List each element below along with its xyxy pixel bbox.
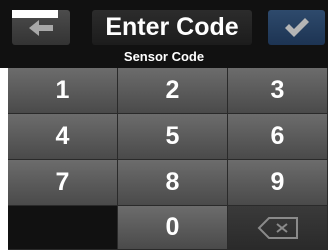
key-7[interactable]: 7 [8,160,118,206]
key-1[interactable]: 1 [8,68,118,114]
page-title: Enter Code [105,13,239,41]
page-title-box: Enter Code [92,10,252,45]
key-3[interactable]: 3 [228,68,328,114]
numeric-keypad: 1 2 3 4 5 6 7 8 9 0 [8,68,328,250]
arrow-left-icon [29,19,53,36]
header-bar: Enter Code Sensor Code [0,0,328,68]
checkmark-icon [284,17,309,37]
delete-key[interactable] [228,206,328,250]
backspace-icon [257,216,298,239]
back-button[interactable] [12,10,70,45]
subtitle: Sensor Code [123,49,205,64]
key-2[interactable]: 2 [118,68,228,114]
key-9[interactable]: 9 [228,160,328,206]
key-4[interactable]: 4 [8,114,118,160]
key-empty [8,206,118,250]
code-entry-screen: Enter Code Sensor Code 1 2 3 4 5 6 7 8 9… [0,0,328,250]
key-6[interactable]: 6 [228,114,328,160]
key-5[interactable]: 5 [118,114,228,160]
key-0[interactable]: 0 [118,206,228,250]
key-8[interactable]: 8 [118,160,228,206]
confirm-button[interactable] [268,10,325,45]
